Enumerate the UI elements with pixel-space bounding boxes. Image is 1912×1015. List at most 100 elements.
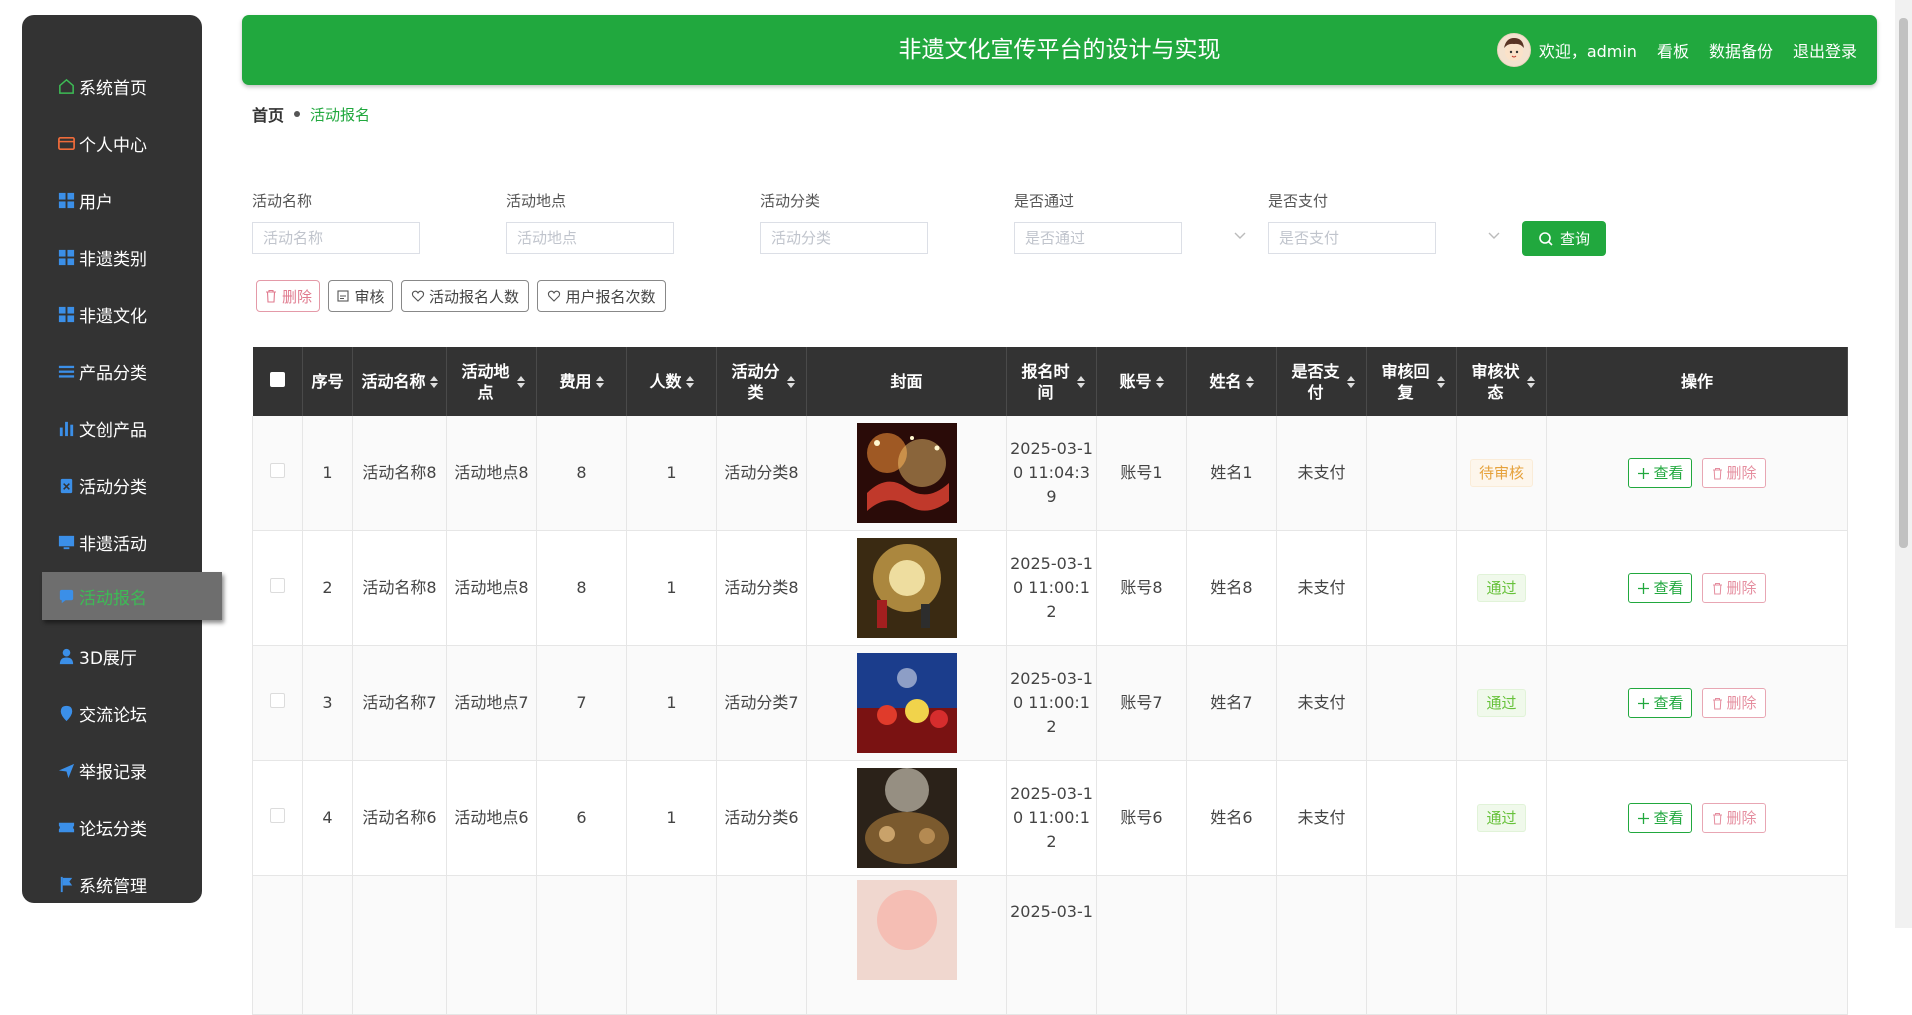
sidebar-item-system[interactable]: 系统管理 — [22, 864, 202, 904]
view-button[interactable]: 查看 — [1628, 688, 1693, 718]
column-header[interactable]: 姓名 — [1186, 347, 1277, 416]
cell-fee: 6 — [536, 760, 627, 876]
column-header[interactable]: 账号 — [1096, 347, 1187, 416]
batch-delete-button[interactable]: 删除 — [256, 280, 320, 312]
sidebar-item-3d-hall[interactable]: 3D展厅 — [22, 636, 202, 676]
cell-reply — [1366, 760, 1457, 876]
sidebar-item-forum-category[interactable]: 论坛分类 — [22, 807, 202, 847]
cell-ops — [1546, 875, 1848, 1015]
sidebar-item-label: 3D展厅 — [79, 648, 137, 669]
chat-bubble-icon — [56, 586, 76, 606]
column-header[interactable]: 是否支付 — [1276, 347, 1367, 416]
table-row: 3 活动名称7 活动地点7 7 1 活动分类7 2025-03-10 11:00… — [252, 645, 1848, 761]
sidebar-item-product-category[interactable]: 产品分类 — [22, 351, 202, 391]
cell-account: 账号8 — [1096, 530, 1187, 646]
cell-fee: 8 — [536, 530, 627, 646]
breadcrumb: 首页 活动报名 — [252, 102, 370, 126]
sidebar-item-heritage-activity[interactable]: 非遗活动 — [22, 522, 202, 562]
select-all-checkbox[interactable] — [252, 347, 303, 416]
sidebar-item-heritage-culture[interactable]: 非遗文化 — [22, 294, 202, 334]
signup-count-button[interactable]: 活动报名人数 — [401, 280, 529, 312]
sidebar-item-label: 非遗文化 — [79, 306, 147, 327]
cell-account: 账号6 — [1096, 760, 1187, 876]
sidebar-item-label: 系统管理 — [79, 876, 147, 897]
delete-button[interactable]: 删除 — [1701, 688, 1766, 718]
sidebar-item-activity-category[interactable]: 活动分类 — [22, 465, 202, 505]
cell-people: 1 — [626, 760, 717, 876]
row-checkbox[interactable] — [252, 645, 303, 761]
row-checkbox[interactable] — [252, 416, 303, 531]
sidebar-item-activity-signup[interactable]: 活动报名 — [42, 572, 222, 620]
cell-ops: 查看 删除 — [1546, 760, 1848, 876]
cell-realname: 姓名1 — [1186, 416, 1277, 531]
row-checkbox[interactable] — [252, 875, 303, 1015]
column-header[interactable]: 活动分类 — [716, 347, 807, 416]
chevron-down-icon[interactable] — [1487, 228, 1501, 242]
user-signup-times-button[interactable]: 用户报名次数 — [537, 280, 666, 312]
status-badge: 通过 — [1477, 804, 1526, 832]
cell-reply — [1366, 416, 1457, 531]
search-button[interactable]: 查询 — [1522, 221, 1606, 256]
delete-button[interactable]: 删除 — [1701, 458, 1766, 488]
sidebar-item-creative-products[interactable]: 文创产品 — [22, 408, 202, 448]
avatar[interactable] — [1496, 33, 1531, 67]
delete-button[interactable]: 删除 — [1701, 803, 1766, 833]
paid-select[interactable] — [1268, 222, 1436, 254]
column-header[interactable]: 活动地点 — [446, 347, 537, 416]
column-header[interactable]: 报名时间 — [1006, 347, 1097, 416]
cell-cover — [806, 760, 1007, 876]
backup-link[interactable]: 数据备份 — [1709, 38, 1773, 62]
cell-fee — [536, 875, 627, 1015]
column-header[interactable]: 活动名称 — [352, 347, 447, 416]
logout-link[interactable]: 退出登录 — [1793, 38, 1857, 62]
column-header[interactable]: 审核状态 — [1456, 347, 1547, 416]
cover-image-festival-crowd[interactable] — [856, 653, 957, 753]
cell-people: 1 — [626, 416, 717, 531]
chevron-down-icon[interactable] — [1233, 228, 1247, 242]
plus-icon — [1638, 697, 1650, 709]
column-header[interactable]: 审核回复 — [1366, 347, 1457, 416]
sidebar-item-home[interactable]: 系统首页 — [22, 66, 202, 106]
cell-time: 2025-03-10 11:04:39 — [1006, 416, 1097, 531]
cell-ops: 查看 删除 — [1546, 416, 1848, 531]
sidebar-item-label: 用户 — [79, 192, 113, 213]
view-button[interactable]: 查看 — [1628, 458, 1693, 488]
sidebar-item-heritage-category[interactable]: 非遗类别 — [22, 237, 202, 277]
cell-account: 账号1 — [1096, 416, 1187, 531]
dashboard-link[interactable]: 看板 — [1657, 38, 1689, 62]
search-button-label: 查询 — [1559, 230, 1590, 248]
cell-cover — [806, 530, 1007, 646]
review-button[interactable]: 审核 — [328, 280, 393, 312]
breadcrumb-home[interactable]: 首页 — [252, 102, 284, 126]
row-checkbox[interactable] — [252, 760, 303, 876]
sidebar-item-reports[interactable]: 举报记录 — [22, 750, 202, 790]
column-header[interactable]: 人数 — [626, 347, 717, 416]
sidebar-item-users[interactable]: 用户 — [22, 180, 202, 220]
sidebar-item-profile[interactable]: 个人中心 — [22, 123, 202, 163]
sidebar-item-forum[interactable]: 交流论坛 — [22, 693, 202, 733]
category-input[interactable] — [760, 222, 928, 254]
activity-name-input[interactable] — [252, 222, 420, 254]
cover-image-lion-dance[interactable] — [856, 768, 957, 868]
filter-label: 活动分类 — [760, 192, 821, 210]
column-header[interactable]: 费用 — [536, 347, 627, 416]
cell-name: 活动名称8 — [352, 416, 447, 531]
cell-account — [1096, 875, 1187, 1015]
page-scrollbar[interactable] — [1895, 0, 1912, 928]
cover-image-fireworks[interactable] — [856, 880, 957, 980]
grid-icon — [56, 190, 76, 210]
view-button[interactable]: 查看 — [1628, 573, 1693, 603]
passed-select[interactable] — [1014, 222, 1182, 254]
cell-paid: 未支付 — [1276, 645, 1367, 761]
cover-image-fireworks-dragon[interactable] — [856, 423, 957, 523]
cover-image-iron-flowers[interactable] — [856, 538, 957, 638]
location-input[interactable] — [506, 222, 674, 254]
sidebar-item-label: 系统首页 — [79, 78, 147, 99]
delete-button[interactable]: 删除 — [1701, 573, 1766, 603]
scrollbar-thumb[interactable] — [1899, 18, 1908, 548]
sort-icon — [1076, 375, 1085, 388]
row-checkbox[interactable] — [252, 530, 303, 646]
sidebar-item-label: 交流论坛 — [79, 705, 147, 726]
view-button[interactable]: 查看 — [1628, 803, 1693, 833]
sidebar-item-label: 非遗类别 — [79, 249, 147, 270]
